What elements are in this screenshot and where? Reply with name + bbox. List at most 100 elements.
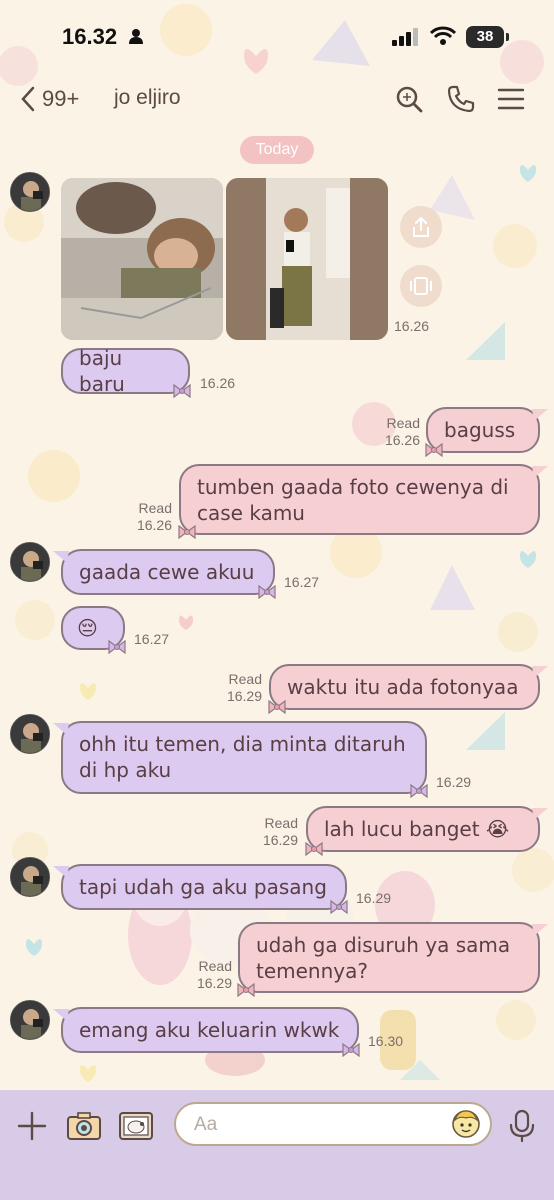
avatar-image xyxy=(11,1001,49,1039)
bow-icon xyxy=(108,640,126,654)
message-bubble-sent[interactable]: tumben gaada foto cewenya di case kamu xyxy=(178,464,548,539)
sticker-icon[interactable] xyxy=(450,1108,482,1140)
wifi-icon xyxy=(430,26,456,45)
avatar-image xyxy=(11,173,49,211)
contact-avatar[interactable] xyxy=(10,542,50,582)
avatar-image xyxy=(11,715,49,753)
message-time: 16.30 xyxy=(368,1033,404,1049)
message-bubble-sent[interactable]: baguss xyxy=(425,407,548,457)
message-time: 16.27 xyxy=(134,631,170,647)
message-text: emang aku keluarin wkwk xyxy=(79,1018,340,1042)
read-receipt: Read 16.29 xyxy=(250,815,298,849)
expand-icon xyxy=(410,277,432,295)
status-time: 16.32 xyxy=(62,24,118,49)
message-time: 16.29 xyxy=(196,975,232,991)
read-label: Read xyxy=(198,958,232,974)
bubble-tail xyxy=(53,1009,69,1021)
read-label: Read xyxy=(138,500,172,516)
camera-icon[interactable] xyxy=(66,1108,102,1144)
bow-icon xyxy=(237,983,255,997)
message-text: gaada cewe akuu xyxy=(79,560,255,584)
message-input[interactable]: Aa xyxy=(174,1102,492,1146)
share-icon xyxy=(413,216,429,237)
message-time: 16.29 xyxy=(436,774,472,790)
message-bubble-received[interactable]: ohh itu temen, dia minta ditaruh di hp a… xyxy=(53,721,428,798)
contact-avatar[interactable] xyxy=(10,1000,50,1040)
contact-avatar[interactable] xyxy=(10,172,50,212)
message-input-placeholder: Aa xyxy=(194,1114,218,1135)
message-time: 16.26 xyxy=(394,318,430,334)
message-bubble-received[interactable]: tapi udah ga aku pasang xyxy=(53,864,348,914)
message-bubble-received[interactable]: baju baru xyxy=(61,346,191,398)
message-time: 16.26 xyxy=(200,375,236,391)
bow-icon xyxy=(178,525,196,539)
read-label: Read xyxy=(386,415,420,431)
contact-avatar[interactable] xyxy=(10,714,50,754)
expand-button[interactable] xyxy=(400,265,442,307)
message-time: 16.26 xyxy=(136,517,172,533)
message-time: 16.29 xyxy=(226,688,262,704)
bubble-tail xyxy=(532,466,548,478)
bubble-tail xyxy=(532,666,548,678)
bow-icon xyxy=(425,443,443,457)
chat-title[interactable]: jo eljiro xyxy=(114,86,181,110)
battery-indicator: 38 xyxy=(466,26,509,48)
avatar-image xyxy=(11,543,49,581)
person-icon xyxy=(129,29,143,44)
bow-icon xyxy=(342,1043,360,1057)
message-time: 16.29 xyxy=(262,832,298,848)
contact-avatar[interactable] xyxy=(10,857,50,897)
gallery-icon[interactable] xyxy=(118,1108,154,1144)
message-text: baguss xyxy=(444,418,516,442)
message-text: ohh itu temen, dia minta ditaruh di hp a… xyxy=(79,732,406,782)
bow-icon xyxy=(330,900,348,914)
bubble-tail xyxy=(53,551,69,563)
microphone-icon[interactable] xyxy=(504,1108,540,1144)
message-text: lah lucu banget 😭 xyxy=(324,817,510,841)
message-text: 😔 xyxy=(77,616,98,640)
bow-icon xyxy=(173,384,191,398)
bubble-tail xyxy=(532,924,548,936)
message-text: udah ga disuruh ya sama temennya? xyxy=(256,933,511,983)
bow-icon xyxy=(410,784,428,798)
unread-count: 99+ xyxy=(42,86,80,111)
photo-image xyxy=(226,178,388,340)
message-time: 16.29 xyxy=(356,890,392,906)
bubble-tail xyxy=(53,866,69,878)
message-text: tumben gaada foto cewenya di case kamu xyxy=(197,475,509,525)
read-label: Read xyxy=(264,815,298,831)
photo-thumbnail[interactable] xyxy=(226,178,388,340)
message-bubble-sent[interactable]: udah ga disuruh ya sama temennya? xyxy=(237,922,548,997)
read-label: Read xyxy=(228,671,262,687)
search-icon[interactable] xyxy=(394,84,424,114)
chat-header: 99+ jo eljiro xyxy=(0,72,554,126)
message-bubble-sent[interactable]: waktu itu ada fotonyaa xyxy=(268,664,548,714)
message-text: tapi udah ga aku pasang xyxy=(79,875,327,899)
hamburger-menu-icon[interactable] xyxy=(496,84,526,114)
back-button[interactable]: 99+ xyxy=(20,84,79,114)
bubble-tail xyxy=(53,723,69,735)
read-receipt: Read 16.29 xyxy=(214,671,262,705)
read-receipt: Read 16.29 xyxy=(184,958,232,992)
message-bubble-received[interactable]: 😔 xyxy=(61,606,126,654)
date-separator: Today xyxy=(240,136,314,164)
message-bubble-received[interactable]: gaada cewe akuu xyxy=(53,549,276,599)
photo-thumbnail[interactable] xyxy=(61,178,223,340)
status-bar: 16.32 38 xyxy=(0,0,554,72)
message-bubble-received[interactable]: emang aku keluarin wkwk xyxy=(53,1007,360,1057)
share-button[interactable] xyxy=(400,206,442,248)
read-receipt: Read 16.26 xyxy=(372,415,420,449)
plus-icon[interactable] xyxy=(14,1108,50,1144)
bubble-tail xyxy=(532,808,548,820)
chevron-left-icon xyxy=(21,86,35,112)
avatar-image xyxy=(11,858,49,896)
message-bubble-sent[interactable]: lah lucu banget 😭 xyxy=(305,806,548,856)
cellular-signal-icon xyxy=(392,28,418,46)
message-text: waktu itu ada fotonyaa xyxy=(287,675,519,699)
read-receipt: Read 16.26 xyxy=(124,500,172,534)
bow-icon xyxy=(268,700,286,714)
bubble-tail xyxy=(532,409,548,421)
message-time: 16.27 xyxy=(284,574,320,590)
phone-icon[interactable] xyxy=(446,84,476,114)
bow-icon xyxy=(258,585,276,599)
